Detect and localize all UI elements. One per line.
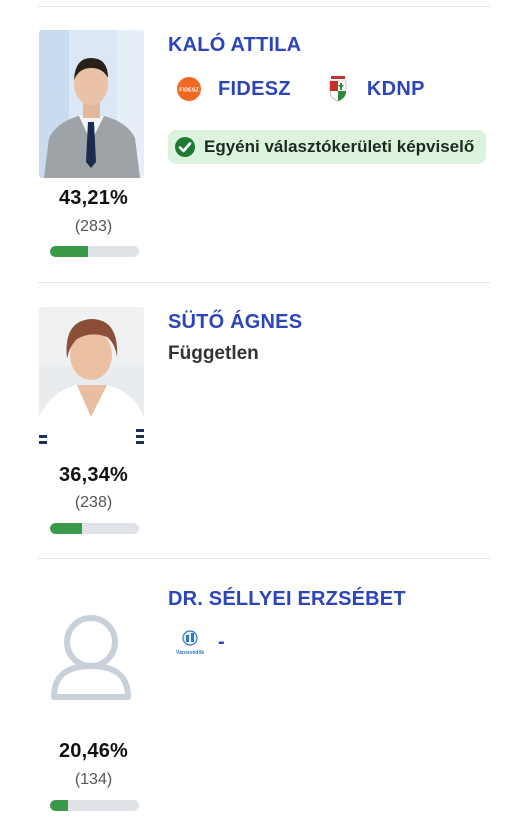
elected-badge: Egyéni választókerületi képviselő bbox=[168, 130, 487, 164]
user-placeholder-icon bbox=[39, 594, 144, 742]
vote-count: (238) bbox=[74, 494, 113, 511]
vote-count: (283) bbox=[74, 218, 113, 235]
vote-share-fill bbox=[50, 246, 89, 257]
check-circle-icon bbox=[175, 137, 195, 157]
vote-share-bar bbox=[50, 800, 139, 811]
candidate-photo bbox=[39, 307, 144, 455]
vote-percent: 20,46% bbox=[58, 740, 129, 762]
party-fidesz[interactable]: FIDESZ FIDESZ bbox=[176, 76, 291, 102]
candidate-name[interactable]: SÜTŐ ÁGNES bbox=[168, 311, 302, 334]
party-row: Városvédők - bbox=[174, 628, 259, 656]
vote-share-fill bbox=[50, 523, 83, 534]
card-divider bbox=[38, 558, 490, 559]
vote-count: (134) bbox=[74, 771, 113, 788]
party-name: KDNP bbox=[366, 77, 425, 100]
badge-label: Egyéni választókerületi képviselő bbox=[204, 137, 475, 156]
party-varosvedok[interactable]: Városvédők - bbox=[174, 628, 225, 656]
card-divider bbox=[38, 282, 490, 283]
kdnp-logo-icon bbox=[325, 76, 351, 102]
candidate-photo bbox=[39, 30, 144, 178]
svg-text:FIDESZ: FIDESZ bbox=[179, 88, 199, 94]
vote-share-bar bbox=[50, 523, 139, 534]
party-name: - bbox=[218, 630, 225, 653]
svg-text:Városvédők: Városvédők bbox=[176, 650, 205, 656]
candidate-name[interactable]: DR. SÉLLYEI ERZSÉBET bbox=[168, 588, 406, 611]
fidesz-logo-icon: FIDESZ bbox=[176, 76, 202, 102]
candidate-name[interactable]: KALÓ ATTILA bbox=[168, 34, 301, 57]
vote-percent: 36,34% bbox=[58, 464, 129, 486]
party-name: FIDESZ bbox=[218, 77, 291, 100]
vote-percent: 43,21% bbox=[58, 187, 129, 209]
affiliation-label: Független bbox=[168, 343, 259, 364]
party-kdnp[interactable]: KDNP bbox=[325, 76, 425, 102]
top-divider bbox=[38, 6, 490, 7]
party-row: FIDESZ FIDESZ KDNP bbox=[176, 76, 459, 102]
varosvedok-logo-icon: Városvédők bbox=[174, 628, 206, 656]
vote-share-bar bbox=[50, 246, 139, 257]
vote-share-fill bbox=[50, 800, 69, 811]
